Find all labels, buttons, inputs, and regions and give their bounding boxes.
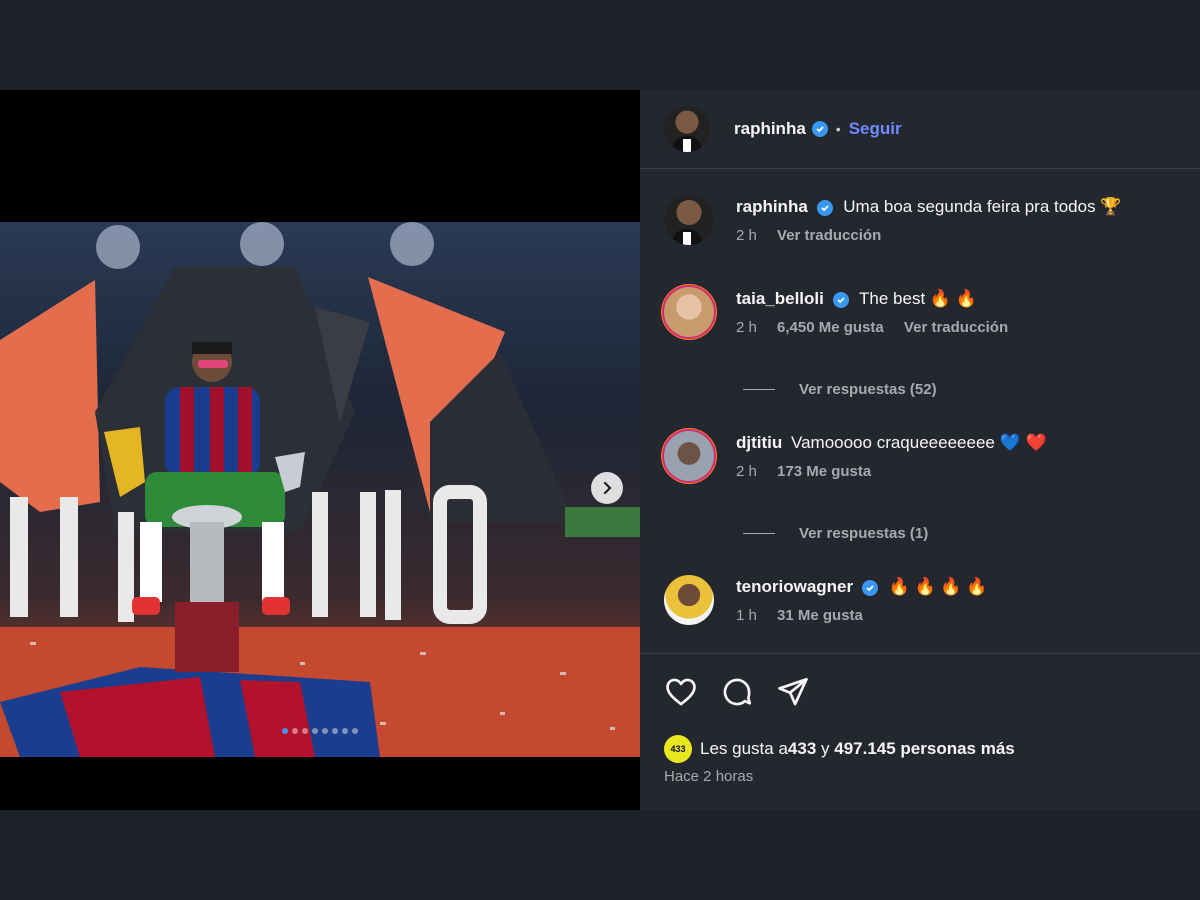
comment-time: 2 h bbox=[736, 319, 757, 336]
comment-username[interactable]: raphinha bbox=[736, 197, 808, 216]
verified-icon bbox=[811, 121, 828, 137]
post-timestamp[interactable]: Hace 2 horas bbox=[664, 768, 753, 785]
comment-icon bbox=[723, 678, 752, 706]
carousel-indicator bbox=[0, 728, 640, 734]
comment-time: 1 h bbox=[736, 607, 757, 624]
view-replies-button[interactable]: Ver respuestas (1) bbox=[743, 525, 928, 542]
view-replies-button[interactable]: Ver respuestas (52) bbox=[743, 381, 937, 398]
comment-username[interactable]: tenoriowagner bbox=[736, 577, 853, 596]
liker-avatar[interactable]: 433 bbox=[664, 735, 692, 763]
chevron-right-icon bbox=[603, 481, 612, 495]
verified-icon bbox=[861, 579, 878, 596]
comment-likes[interactable]: 6,450 Me gusta bbox=[777, 319, 884, 336]
carousel-dot bbox=[292, 728, 298, 734]
post-photo[interactable] bbox=[0, 222, 640, 757]
post-media bbox=[0, 90, 640, 810]
carousel-dot bbox=[302, 728, 308, 734]
translate-link[interactable]: Ver traducción bbox=[777, 227, 881, 244]
comment-time: 2 h bbox=[736, 227, 757, 244]
heart-icon bbox=[666, 678, 696, 706]
commenter-avatar[interactable] bbox=[664, 195, 714, 245]
comment-likes[interactable]: 31 Me gusta bbox=[777, 607, 863, 624]
carousel-dot bbox=[342, 728, 348, 734]
comment-text: Vamooooo craqueeeeeeee 💙 ❤️ bbox=[791, 433, 1047, 452]
caption-comment: raphinha Uma boa segunda feira pra todos… bbox=[664, 195, 1121, 245]
comment-button[interactable] bbox=[720, 675, 754, 709]
comment-username[interactable]: djtitiu bbox=[736, 433, 782, 452]
comment-likes[interactable]: 173 Me gusta bbox=[777, 463, 871, 480]
comment-item: tenoriowagner 🔥 🔥 🔥 🔥 1 h 31 Me gusta bbox=[664, 575, 987, 625]
carousel-dot bbox=[322, 728, 328, 734]
comment-item: djtitiu Vamooooo craqueeeeeeee 💙 ❤️ 2 h … bbox=[664, 431, 1047, 481]
author-avatar[interactable] bbox=[664, 106, 710, 152]
likes-middle: y bbox=[816, 739, 835, 758]
carousel-dot bbox=[332, 728, 338, 734]
post-actions: 433 Les gusta a 433 y 497.145 personas m… bbox=[640, 653, 1200, 814]
verified-icon bbox=[816, 199, 833, 216]
likes-prefix: Les gusta a bbox=[700, 739, 788, 758]
comment-text: 🔥 🔥 🔥 🔥 bbox=[888, 577, 988, 596]
carousel-dot bbox=[282, 728, 288, 734]
share-button[interactable] bbox=[776, 675, 810, 709]
view-replies-label: Ver respuestas (52) bbox=[799, 381, 937, 398]
like-button[interactable] bbox=[664, 675, 698, 709]
post-side-panel: raphinha • Seguir raphinha Uma boa segun… bbox=[640, 90, 1200, 810]
comment-item: taia_belloli The best 🔥 🔥 2 h 6,450 Me g… bbox=[664, 287, 1024, 337]
post-header: raphinha • Seguir bbox=[640, 90, 1200, 169]
next-slide-button[interactable] bbox=[591, 472, 623, 504]
carousel-dot bbox=[312, 728, 318, 734]
post-modal: raphinha • Seguir raphinha Uma boa segun… bbox=[0, 90, 1200, 810]
translate-link[interactable]: Ver traducción bbox=[904, 319, 1008, 336]
comment-time: 2 h bbox=[736, 463, 757, 480]
separator: • bbox=[835, 121, 841, 137]
commenter-avatar[interactable] bbox=[664, 575, 714, 625]
view-replies-label: Ver respuestas (1) bbox=[799, 525, 929, 542]
author-username[interactable]: raphinha bbox=[734, 119, 806, 139]
share-icon bbox=[778, 677, 808, 706]
comment-text: Uma boa segunda feira pra todos 🏆 bbox=[843, 197, 1122, 216]
likes-count[interactable]: 497.145 personas más bbox=[834, 739, 1015, 759]
likes-user[interactable]: 433 bbox=[788, 739, 816, 759]
carousel-dot bbox=[352, 728, 358, 734]
likes-summary[interactable]: 433 Les gusta a 433 y 497.145 personas m… bbox=[664, 735, 1015, 763]
follow-button[interactable]: Seguir bbox=[849, 119, 902, 139]
comment-text: The best 🔥 🔥 bbox=[859, 289, 977, 308]
comment-username[interactable]: taia_belloli bbox=[736, 289, 824, 308]
verified-icon bbox=[832, 291, 849, 308]
commenter-avatar[interactable] bbox=[664, 287, 714, 337]
commenter-avatar[interactable] bbox=[664, 431, 714, 481]
